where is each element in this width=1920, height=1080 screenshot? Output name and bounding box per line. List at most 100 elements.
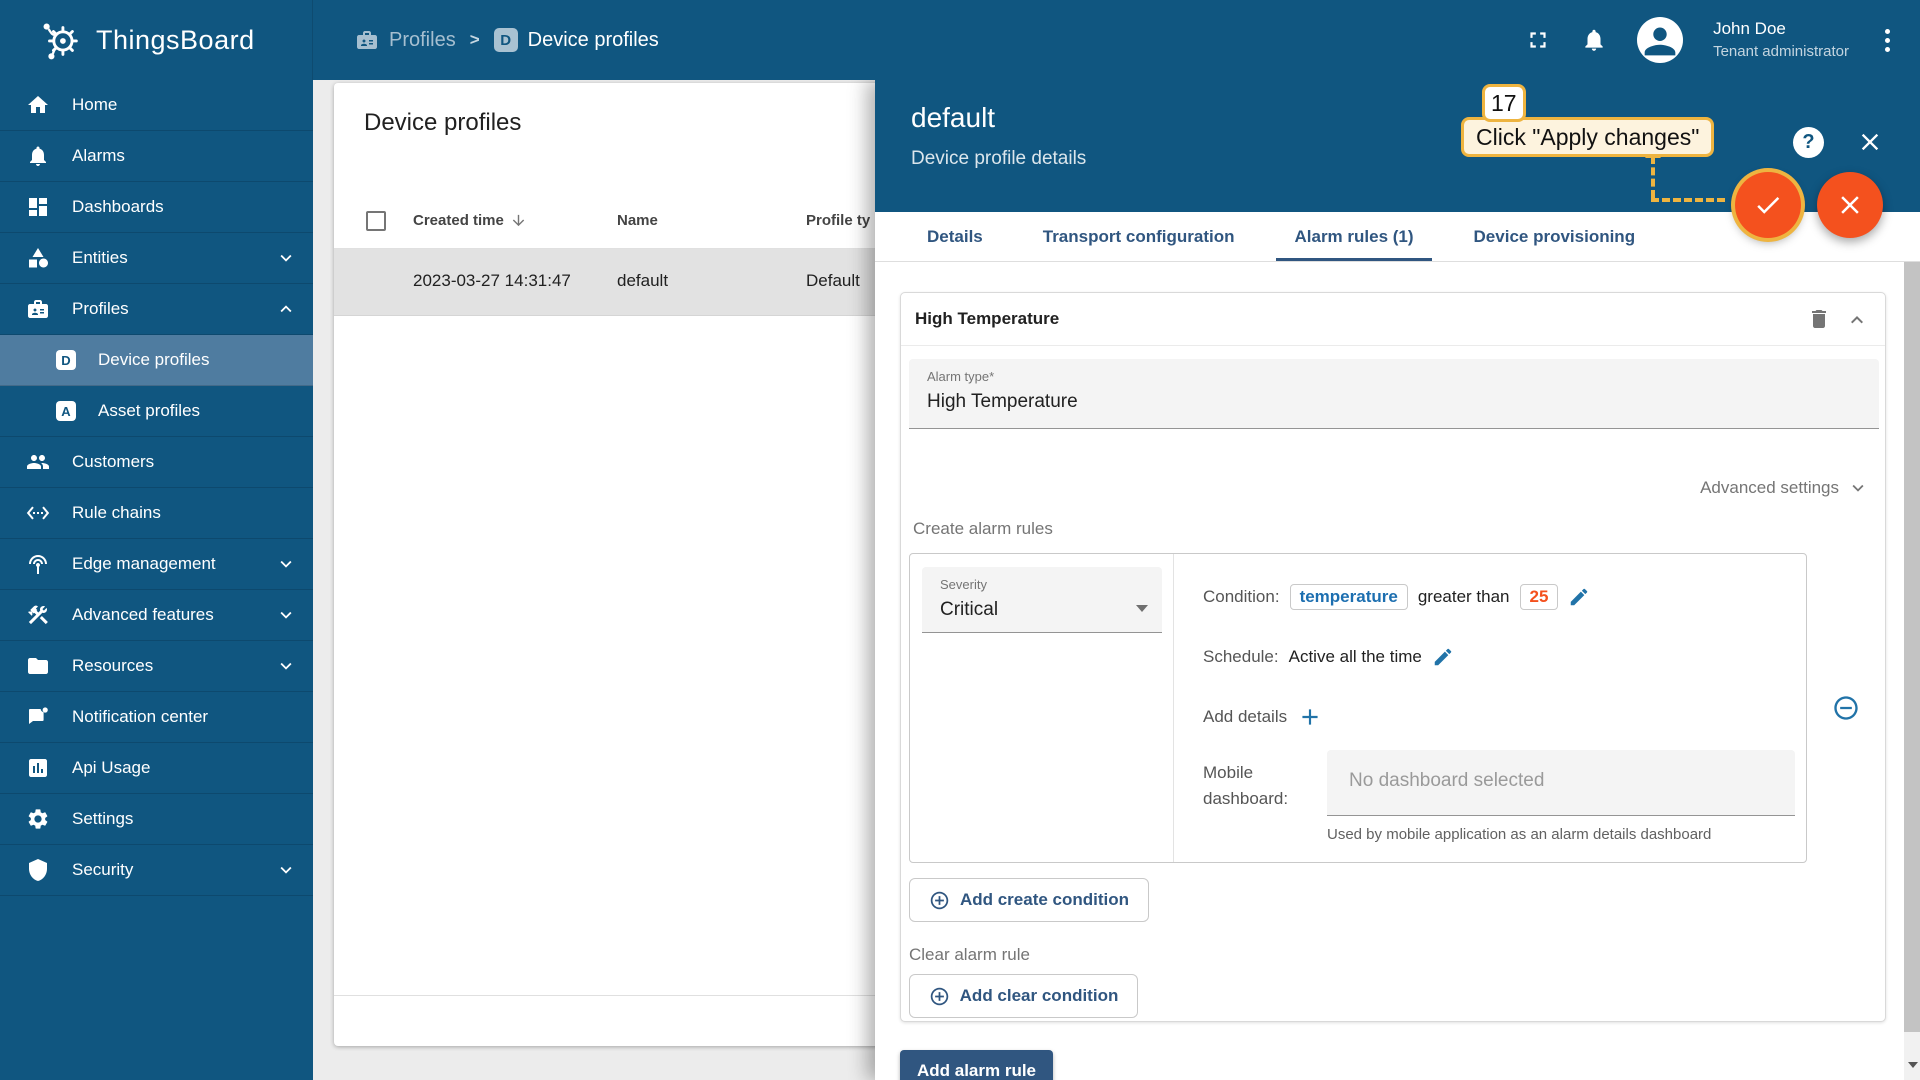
sidebar-item-home[interactable]: Home — [0, 80, 313, 131]
alarm-rule-header: High Temperature — [901, 293, 1885, 346]
thingsboard-logo[interactable]: ThingsBoard — [0, 0, 313, 80]
add-details-plus-icon[interactable] — [1297, 704, 1323, 730]
sidebar-label: Resources — [72, 656, 153, 676]
sidebar-item-notification-center[interactable]: Notification center — [0, 692, 313, 743]
cell-created-time: 2023-03-27 14:31:47 — [413, 271, 571, 291]
folder-icon — [26, 654, 50, 678]
condition-value-chip: 25 — [1520, 584, 1559, 610]
edit-schedule-icon[interactable] — [1432, 646, 1454, 668]
sidebar-label: Security — [72, 860, 133, 880]
delete-rule-icon[interactable] — [1807, 307, 1831, 331]
breadcrumb-profiles[interactable]: Profiles — [355, 28, 456, 52]
people-icon — [26, 450, 50, 474]
user-role: Tenant administrator — [1713, 40, 1849, 63]
sidebar-item-alarms[interactable]: Alarms — [0, 131, 313, 182]
sidebar-label: Settings — [72, 809, 133, 829]
sidebar-label: Advanced features — [72, 605, 214, 625]
annotation-callout: Click "Apply changes" — [1461, 117, 1714, 157]
more-menu-icon[interactable] — [1879, 23, 1896, 58]
sidebar-item-resources[interactable]: Resources — [0, 641, 313, 692]
topbar: ThingsBoard Profiles > D Device profiles — [0, 0, 1920, 80]
sidebar-label: Asset profiles — [98, 401, 200, 421]
help-button[interactable]: ? — [1793, 127, 1824, 158]
annotation-connector-horizontal — [1651, 198, 1725, 202]
chart-icon — [26, 756, 50, 780]
sidebar-label: Edge management — [72, 554, 216, 574]
tab-transport-configuration[interactable]: Transport configuration — [1013, 212, 1265, 261]
scrollbar-thumb[interactable] — [1904, 262, 1920, 1032]
user-avatar[interactable] — [1637, 17, 1683, 63]
sidebar-item-dashboards[interactable]: Dashboards — [0, 182, 313, 233]
sidebar-item-asset-profiles[interactable]: A Asset profiles — [0, 386, 313, 437]
add-circle-icon — [929, 986, 950, 1007]
discard-changes-button[interactable] — [1817, 172, 1883, 238]
sidebar-label: Api Usage — [72, 758, 150, 778]
mobile-dashboard-select[interactable]: No dashboard selected — [1327, 750, 1795, 816]
column-profile-type[interactable]: Profile ty — [806, 212, 870, 229]
condition-details: Condition: temperature greater than 25 S… — [1175, 554, 1806, 862]
advanced-settings-toggle[interactable]: Advanced settings — [1700, 475, 1869, 501]
chevron-down-icon — [275, 553, 297, 575]
collapse-rule-icon[interactable] — [1845, 308, 1869, 332]
severity-value: Critical — [940, 599, 998, 621]
sidebar-label: Alarms — [72, 146, 125, 166]
asset-profiles-icon: A — [56, 401, 76, 421]
add-clear-condition-button[interactable]: Add clear condition — [909, 974, 1138, 1018]
create-alarm-rules-label: Create alarm rules — [913, 519, 1053, 539]
chevron-down-icon — [275, 655, 297, 677]
remove-condition-icon[interactable] — [1832, 694, 1860, 722]
sidebar-item-api-usage[interactable]: Api Usage — [0, 743, 313, 794]
chevron-up-icon — [275, 298, 297, 320]
sidebar-item-security[interactable]: Security — [0, 845, 313, 896]
entities-icon — [26, 246, 50, 270]
clear-alarm-rule-label: Clear alarm rule — [909, 945, 1030, 965]
sidebar-label: Device profiles — [98, 350, 210, 370]
notification-center-icon — [26, 705, 50, 729]
breadcrumb-separator: > — [470, 30, 480, 50]
sidebar-item-device-profiles[interactable]: D Device profiles — [0, 335, 313, 386]
sidebar-item-customers[interactable]: Customers — [0, 437, 313, 488]
sidebar-item-rule-chains[interactable]: Rule chains — [0, 488, 313, 539]
chevron-down-icon — [275, 604, 297, 626]
breadcrumb-device-profiles[interactable]: D Device profiles — [494, 28, 659, 52]
sidebar-item-profiles[interactable]: Profiles — [0, 284, 313, 335]
profiles-badge-icon — [26, 297, 50, 321]
app-root: ThingsBoard Profiles > D Device profiles — [0, 0, 1920, 1080]
user-info[interactable]: John Doe Tenant administrator — [1713, 17, 1849, 63]
sidebar-item-entities[interactable]: Entities — [0, 233, 313, 284]
close-panel-icon[interactable] — [1856, 128, 1884, 156]
annotation-step-badge: 17 — [1482, 84, 1526, 122]
sidebar-item-settings[interactable]: Settings — [0, 794, 313, 845]
edit-condition-icon[interactable] — [1568, 586, 1590, 608]
bell-icon — [26, 144, 50, 168]
add-details-label: Add details — [1203, 707, 1287, 727]
user-name: John Doe — [1713, 17, 1849, 40]
select-all-checkbox[interactable] — [366, 211, 386, 231]
logo-text: ThingsBoard — [96, 25, 255, 56]
add-create-condition-button[interactable]: Add create condition — [909, 878, 1149, 922]
tab-device-provisioning[interactable]: Device provisioning — [1444, 212, 1666, 261]
notifications-bell-icon[interactable] — [1581, 27, 1607, 53]
column-created-time[interactable]: Created time — [413, 212, 527, 229]
add-clear-condition-label: Add clear condition — [960, 986, 1119, 1006]
alarm-type-field[interactable]: Alarm type* High Temperature — [909, 359, 1879, 429]
sidebar-label: Rule chains — [72, 503, 161, 523]
apply-changes-button[interactable] — [1735, 172, 1801, 238]
add-alarm-rule-button[interactable]: Add alarm rule — [900, 1050, 1053, 1080]
fullscreen-icon[interactable] — [1525, 27, 1551, 53]
tab-details[interactable]: Details — [897, 212, 1013, 261]
condition-key-chip: temperature — [1290, 584, 1408, 610]
sidebar-item-advanced-features[interactable]: Advanced features — [0, 590, 313, 641]
cell-profile-type: Default — [806, 271, 860, 291]
severity-column: Severity Critical — [910, 554, 1174, 862]
sidebar-item-edge-management[interactable]: Edge management — [0, 539, 313, 590]
rule-chains-icon — [26, 501, 50, 525]
scrollbar-down-arrow-icon[interactable] — [1908, 1062, 1918, 1068]
severity-select[interactable]: Severity Critical — [922, 567, 1162, 633]
panel-subtitle: Device profile details — [911, 148, 1086, 170]
add-circle-icon — [929, 890, 950, 911]
device-profile-badge-icon: D — [494, 28, 518, 52]
column-name[interactable]: Name — [617, 212, 658, 229]
breadcrumb-parent-label: Profiles — [389, 29, 456, 52]
tab-alarm-rules[interactable]: Alarm rules (1) — [1264, 212, 1443, 261]
